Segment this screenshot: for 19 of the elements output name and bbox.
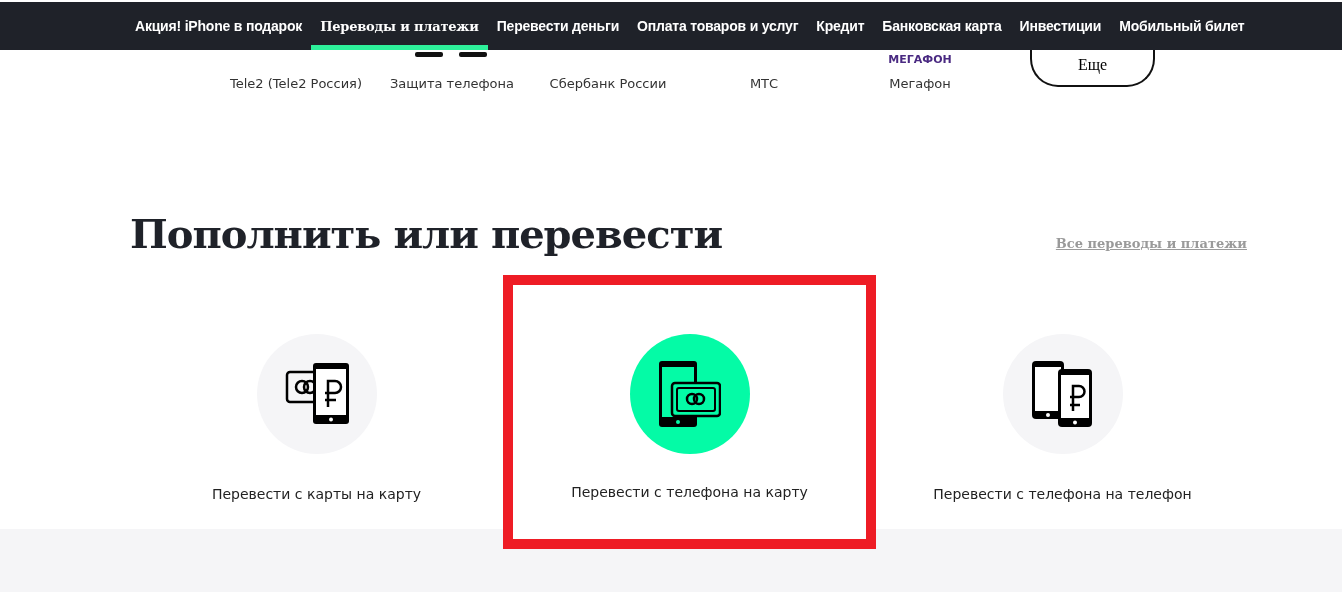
- tile-label[interactable]: Перевести с телефона на карту: [571, 484, 808, 500]
- nav-tab[interactable]: Банковская карта: [873, 2, 1011, 50]
- provider-label[interactable]: Мегафон: [889, 76, 951, 91]
- nav-tab[interactable]: Акция! iPhone в подарок: [126, 2, 312, 50]
- nav-tab[interactable]: Инвестиции: [1010, 2, 1111, 50]
- nav-tab[interactable]: Мобильный билет: [1110, 2, 1254, 50]
- nav-tab[interactable]: Переводы и платежи: [311, 2, 488, 50]
- nav-tab[interactable]: Кредит: [807, 2, 874, 50]
- more-button[interactable]: Еще: [1030, 50, 1155, 87]
- provider-label[interactable]: МТС: [749, 76, 779, 91]
- provider-label[interactable]: Защита телефона: [389, 76, 515, 91]
- nav-tab[interactable]: Перевести деньги: [487, 2, 629, 50]
- provider-label[interactable]: Tele2 (Tele2 Россия): [230, 76, 362, 91]
- tile-label[interactable]: Перевести с карты на карту: [211, 486, 422, 502]
- megafon-logo: МЕГАФОН: [888, 53, 952, 66]
- tile-label[interactable]: Перевести с телефона на телефон: [933, 486, 1192, 502]
- section-title: Пополнить или перевести: [130, 210, 723, 257]
- nav-tab[interactable]: Оплата товаров и услуг: [628, 2, 808, 50]
- provider-label[interactable]: Сбербанк России: [549, 76, 667, 91]
